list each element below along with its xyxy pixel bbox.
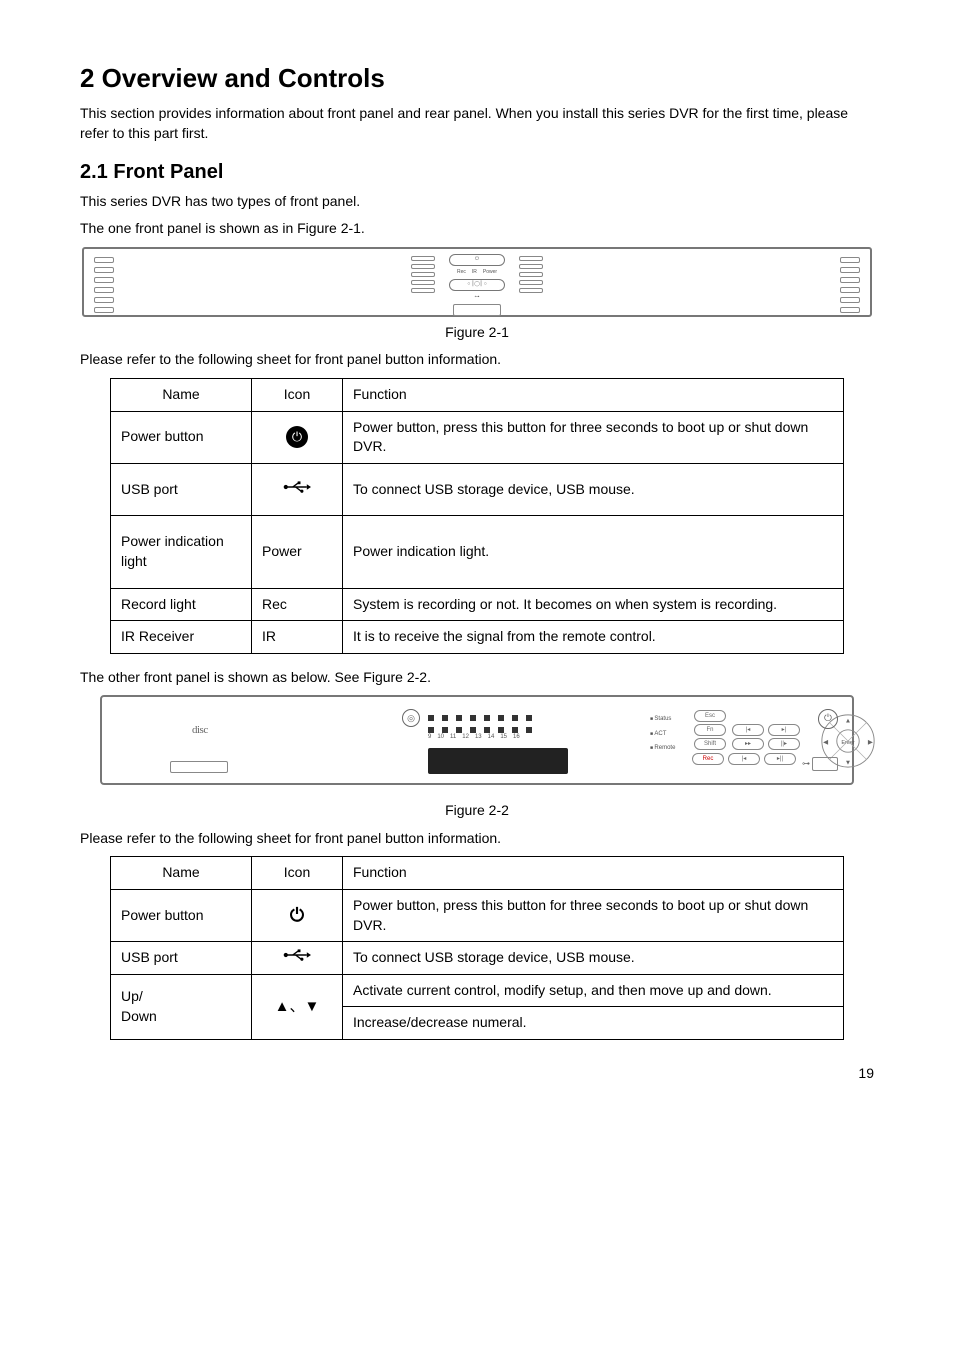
front-panel-1-diagram: ⏻ RecIRPower ○ ⎮◯⎮ ○ ⊶: [82, 247, 872, 317]
sheet-intro-1: Please refer to the following sheet for …: [80, 350, 874, 370]
cell-icon: [252, 463, 343, 516]
intro-paragraph: This section provides information about …: [80, 104, 874, 143]
up-down-arrows-icon: ▲、▼: [275, 998, 320, 1015]
cell-icon: ▲、▼: [252, 974, 343, 1039]
cell-name: Up/ Down: [111, 974, 252, 1039]
power-icon: ⏻: [290, 903, 304, 928]
usb-icon: [283, 480, 311, 494]
table-row: USB port To connect USB storage device, …: [111, 942, 844, 975]
cell-func: System is recording or not. It becomes o…: [343, 588, 844, 621]
center-controls: ⏻ RecIRPower ○ ⎮◯⎮ ○ ⊶: [411, 254, 543, 316]
ir-receiver-icon: ◎: [402, 709, 420, 727]
figure-2-2-caption: Figure 2-2: [80, 801, 874, 821]
th-function: Function: [343, 378, 844, 411]
cell-icon: Rec: [252, 588, 343, 621]
heading-front-panel: 2.1 Front Panel: [80, 158, 874, 186]
table-row: Record light Rec System is recording or …: [111, 588, 844, 621]
page-number: 19: [80, 1064, 874, 1084]
cell-name: IR Receiver: [111, 621, 252, 654]
cell-name: Power button: [111, 890, 252, 942]
th-function: Function: [343, 857, 844, 890]
cell-func: To connect USB storage device, USB mouse…: [343, 463, 844, 516]
th-name: Name: [111, 857, 252, 890]
indicator-oval: ○ ⎮◯⎮ ○: [449, 279, 505, 291]
cell-func: It is to receive the signal from the rem…: [343, 621, 844, 654]
mid-cluster: ◎ 9101112 13141516: [402, 709, 642, 773]
front-panel-2-diagram: disc ◎ 9101112 13141516 Status ACT Remot…: [100, 695, 854, 785]
table-row: Power indication light Power Power indic…: [111, 516, 844, 588]
table-row: USB port To connect USB storage device, …: [111, 463, 844, 516]
figure-2-1: ⏻ RecIRPower ○ ⎮◯⎮ ○ ⊶: [80, 247, 874, 317]
cell-func: Power button, press this button for thre…: [343, 411, 844, 463]
disc-label: disc: [192, 723, 208, 738]
usb-tiny-icon: ⊶: [475, 294, 480, 301]
heading-overview: 2 Overview and Controls: [80, 60, 874, 96]
svg-text:▲: ▲: [845, 718, 851, 725]
vent-right: [840, 257, 860, 313]
th-icon: Icon: [252, 378, 343, 411]
cell-icon: Power: [252, 516, 343, 588]
mini-vent-left: [411, 256, 435, 293]
vent-left: [94, 257, 114, 313]
control-stack: ⏻ RecIRPower ○ ⎮◯⎮ ○ ⊶: [449, 254, 505, 316]
th-icon: Icon: [252, 857, 343, 890]
power-icon: ⏻: [286, 426, 308, 448]
figure-2-2: disc ◎ 9101112 13141516 Status ACT Remot…: [80, 695, 874, 785]
front-panel-table-1: Name Icon Function Power button ⏻ Power …: [110, 378, 844, 654]
usb-slot: [453, 304, 501, 316]
cell-func: Increase/decrease numeral.: [343, 1007, 844, 1040]
table-row: IR Receiver IR It is to receive the sign…: [111, 621, 844, 654]
cell-func: Power button, press this button for thre…: [343, 890, 844, 942]
status-labels: Status ACT Remote: [650, 715, 675, 752]
mini-vent-right: [519, 256, 543, 293]
lcd-screen: [428, 748, 568, 774]
cell-func: Activate current control, modify setup, …: [343, 974, 844, 1007]
svg-text:▶: ▶: [868, 739, 874, 746]
cell-icon: [252, 942, 343, 975]
svg-text:▼: ▼: [845, 760, 851, 767]
front-panel-table-2: Name Icon Function Power button ⏻ Power …: [110, 856, 844, 1040]
cell-name: Power indication light: [111, 516, 252, 588]
table-row: Up/ Down ▲、▼ Activate current control, m…: [111, 974, 844, 1007]
power-oval: ⏻: [449, 254, 505, 266]
table-header-row: Name Icon Function: [111, 857, 844, 890]
sheet-intro-2: Please refer to the following sheet for …: [80, 829, 874, 849]
cell-func: To connect USB storage device, USB mouse…: [343, 942, 844, 975]
cell-name: Record light: [111, 588, 252, 621]
table-row: Power button ⏻ Power button, press this …: [111, 890, 844, 942]
drive-slot: [170, 761, 228, 773]
led-row: ◎: [402, 709, 642, 727]
fp-intro-2: The one front panel is shown as in Figur…: [80, 219, 874, 239]
cell-name: Power button: [111, 411, 252, 463]
cell-icon: ⏻: [252, 411, 343, 463]
other-panel-intro: The other front panel is shown as below.…: [80, 668, 874, 688]
fp-intro-1: This series DVR has two types of front p…: [80, 192, 874, 212]
table-header-row: Name Icon Function: [111, 378, 844, 411]
cell-func: Power indication light.: [343, 516, 844, 588]
usb-slot-2: [812, 757, 838, 771]
usb-icon: [283, 948, 311, 962]
cell-icon: IR: [252, 621, 343, 654]
figure-2-1-caption: Figure 2-1: [80, 323, 874, 343]
table-row: Power button ⏻ Power button, press this …: [111, 411, 844, 463]
usb-mini-icon: ⊶: [802, 758, 810, 769]
button-grid: Esc Fn |◂▸| Shift ▸▸||▸ Rec |◂▸||: [692, 709, 802, 766]
svg-text:◀: ◀: [823, 739, 829, 746]
rec-button: Rec: [692, 753, 724, 765]
cell-name: USB port: [111, 942, 252, 975]
th-name: Name: [111, 378, 252, 411]
cell-name: USB port: [111, 463, 252, 516]
cell-icon: ⏻: [252, 890, 343, 942]
